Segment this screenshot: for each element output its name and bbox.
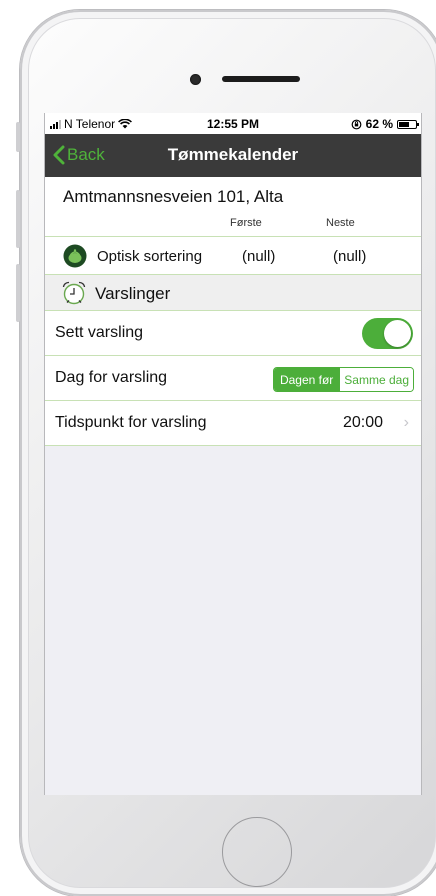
waste-bin-icon [63, 244, 87, 268]
notify-time-label: Tidspunkt for varsling [55, 414, 207, 431]
segment-day-before[interactable]: Dagen før [273, 368, 340, 391]
page-title: Tømmekalender [167, 145, 299, 164]
alarm-clock-icon [62, 281, 86, 305]
section-header-notifications: Varslinger [45, 275, 421, 311]
next-pickup-value: (null) [333, 248, 367, 265]
status-right: 62 % [351, 117, 419, 131]
orientation-lock-icon [351, 119, 362, 129]
address-header: Amtmannsnesveien 101, Alta Første Neste [45, 177, 421, 237]
notify-time-row[interactable]: Tidspunkt for varsling 20:00 › [45, 401, 421, 446]
toggle-knob [384, 320, 411, 347]
day-segmented-control: Dagen før Samme dag [272, 367, 414, 392]
notify-time-value: 20:00 [342, 414, 383, 431]
column-header-first: Første [230, 217, 262, 229]
mute-switch [16, 122, 20, 152]
navigation-bar: Back Tømmekalender [45, 134, 421, 177]
first-pickup-value: (null) [242, 248, 276, 265]
notify-toggle[interactable] [362, 318, 413, 349]
volume-up-button [16, 190, 20, 248]
waste-type-row[interactable]: Optisk sortering (null) (null) [45, 237, 421, 275]
home-button[interactable] [222, 817, 292, 887]
address-text: Amtmannsnesveien 101, Alta [63, 187, 284, 206]
notify-day-label: Dag for varsling [55, 369, 168, 386]
battery-percent: 62 % [365, 117, 393, 131]
section-label: Varslinger [95, 284, 171, 303]
status-bar: N Telenor 12:55 PM 62 % [45, 113, 421, 134]
front-camera [190, 74, 201, 85]
app-screen: N Telenor 12:55 PM 62 % Back Tømmekalend… [44, 113, 422, 795]
notify-day-row: Dag for varsling Dagen før Samme dag [45, 356, 421, 401]
volume-down-button [16, 264, 20, 322]
waste-type-label: Optisk sortering [97, 248, 203, 265]
notify-label: Sett varsling [55, 324, 144, 341]
battery-fill [399, 121, 409, 127]
segment-same-day[interactable]: Samme dag [339, 368, 413, 391]
chevron-right-icon: › [403, 414, 409, 431]
notify-toggle-row: Sett varsling [45, 311, 421, 356]
column-header-next: Neste [326, 217, 355, 229]
earpiece-speaker [222, 76, 300, 82]
battery-icon [397, 119, 419, 129]
